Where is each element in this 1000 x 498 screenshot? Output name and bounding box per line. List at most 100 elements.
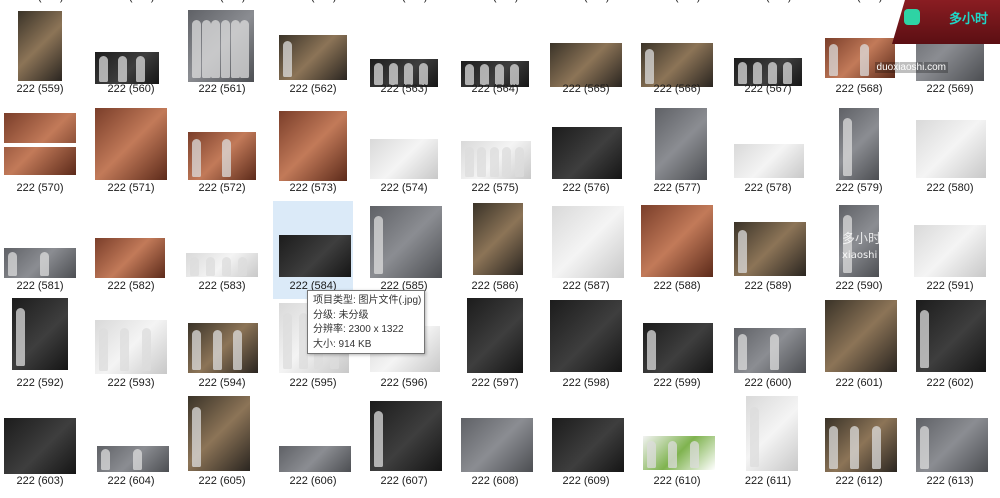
file-item[interactable]: 222 (567) (728, 4, 808, 102)
figure-shape (465, 146, 474, 177)
file-label: 222 (564) (471, 83, 519, 95)
file-thumbnail (279, 111, 347, 181)
file-item[interactable]: 222 (597) (455, 298, 535, 396)
file-item[interactable]: 222 (563) (364, 4, 444, 102)
file-thumbnail (97, 446, 169, 472)
file-item[interactable]: 222 (592) (0, 298, 80, 396)
file-label: 222 (605) (198, 475, 246, 487)
file-label: 222 (608) (471, 475, 519, 487)
figure-shape (192, 330, 201, 370)
figure-shape (374, 215, 383, 274)
file-thumbnail (188, 132, 256, 180)
file-item[interactable]: 222 (610) (637, 396, 717, 494)
file-label: 222 (553) (455, 0, 535, 3)
file-item[interactable]: 222 (560) (91, 4, 171, 102)
watermark-url: duoxiaoshi.com (874, 62, 948, 73)
file-item[interactable]: 222 (598) (546, 298, 626, 396)
file-item[interactable]: 222 (588) (637, 201, 717, 299)
file-item[interactable]: 222 (564) (455, 4, 535, 102)
figure-shape (192, 19, 201, 78)
file-item[interactable]: 222 (613) (910, 396, 990, 494)
file-item[interactable]: 222 (571) (91, 103, 171, 201)
file-thumbnail (188, 323, 258, 373)
file-item[interactable]: 222 (600) (728, 298, 808, 396)
file-item[interactable]: 222 (606) (273, 396, 353, 494)
figure-shape (283, 312, 292, 369)
figure-shape (770, 334, 779, 371)
file-item[interactable]: 222 (605) (182, 396, 262, 494)
file-item[interactable]: 222 (604) (91, 396, 171, 494)
file-label: 222 (606) (289, 475, 337, 487)
file-item[interactable]: 222 (561) (182, 4, 262, 102)
file-item[interactable]: 222 (559) (0, 4, 80, 102)
file-item[interactable]: 222 (572) (182, 103, 262, 201)
figure-shape (117, 56, 127, 83)
file-label: 222 (611) (744, 475, 792, 487)
file-label: 222 (556) (728, 0, 808, 3)
figure-shape (222, 139, 231, 178)
file-item[interactable]: 222 (573) (273, 103, 353, 201)
file-label: 222 (600) (744, 377, 792, 389)
file-item[interactable]: 222 (612) (819, 396, 899, 494)
file-thumbnail (370, 401, 442, 471)
file-label: 222 (549) (91, 0, 171, 3)
figure-shape (645, 49, 654, 85)
file-item[interactable]: 222 (576) (546, 103, 626, 201)
file-item[interactable]: 222 (577) (637, 103, 717, 201)
file-thumbnail (461, 141, 531, 179)
file-label: 222 (550) (182, 0, 262, 3)
figure-shape (738, 62, 747, 85)
file-item[interactable]: 222 (583) (182, 201, 262, 299)
file-item[interactable]: 222 (589) (728, 201, 808, 299)
file-label: 222 (560) (107, 83, 155, 95)
figure-shape (99, 327, 108, 371)
figure-shape (16, 307, 25, 366)
file-item[interactable]: 222 (602) (910, 298, 990, 396)
file-label: 222 (613) (926, 475, 974, 487)
figure-shape (750, 406, 759, 467)
watermark-logo: 多小时 (892, 0, 1000, 44)
file-item[interactable]: 222 (574) (364, 103, 444, 201)
file-item[interactable]: 222 (581) (0, 201, 80, 299)
file-thumbnail (279, 235, 351, 277)
file-thumbnail (370, 139, 438, 179)
file-item[interactable]: 222 (566) (637, 4, 717, 102)
file-item[interactable]: 222 (568) (819, 4, 899, 102)
file-label: 222 (551) (273, 0, 353, 3)
file-item[interactable]: 222 (575) (455, 103, 535, 201)
file-item[interactable]: 222 (586) (455, 201, 535, 299)
file-item[interactable]: 222 (609) (546, 396, 626, 494)
file-item[interactable]: 222 (599) (637, 298, 717, 396)
file-item[interactable]: 222 (579) (819, 103, 899, 201)
file-thumbnail (4, 113, 76, 175)
file-item[interactable]: 222 (582) (91, 201, 171, 299)
file-item[interactable]: 222 (607) (364, 396, 444, 494)
file-item[interactable]: 222 (608) (455, 396, 535, 494)
file-item[interactable]: 222 (593) (91, 298, 171, 396)
file-item[interactable]: 222 (611) (728, 396, 808, 494)
file-label: 222 (602) (926, 377, 974, 389)
file-item[interactable]: 222 (601) (819, 298, 899, 396)
file-item[interactable]: 222 (578) (728, 103, 808, 201)
file-item[interactable]: 222 (594) (182, 298, 262, 396)
file-item[interactable]: 222 (565) (546, 4, 626, 102)
figure-shape (477, 146, 487, 177)
file-item[interactable]: 222 (585) (364, 201, 444, 299)
file-label: 222 (592) (16, 377, 64, 389)
file-item[interactable]: 222 (591) (910, 201, 990, 299)
file-label: 222 (609) (562, 475, 610, 487)
file-label: 222 (612) (835, 475, 883, 487)
file-item[interactable]: 222 (570) (0, 103, 80, 201)
file-item[interactable]: 222 (603) (0, 396, 80, 494)
file-item[interactable]: 222 (584) (273, 201, 353, 299)
watermark-mid-url: xiaoshi (842, 250, 878, 261)
figure-shape (871, 425, 881, 469)
file-label: 222 (559) (16, 83, 64, 95)
figure-shape (190, 256, 199, 276)
file-item[interactable]: 222 (587) (546, 201, 626, 299)
file-item[interactable]: 222 (580) (910, 103, 990, 201)
file-thumbnail (641, 43, 713, 87)
figure-shape (192, 139, 201, 178)
figure-shape (238, 256, 247, 276)
file-item[interactable]: 222 (562) (273, 4, 353, 102)
